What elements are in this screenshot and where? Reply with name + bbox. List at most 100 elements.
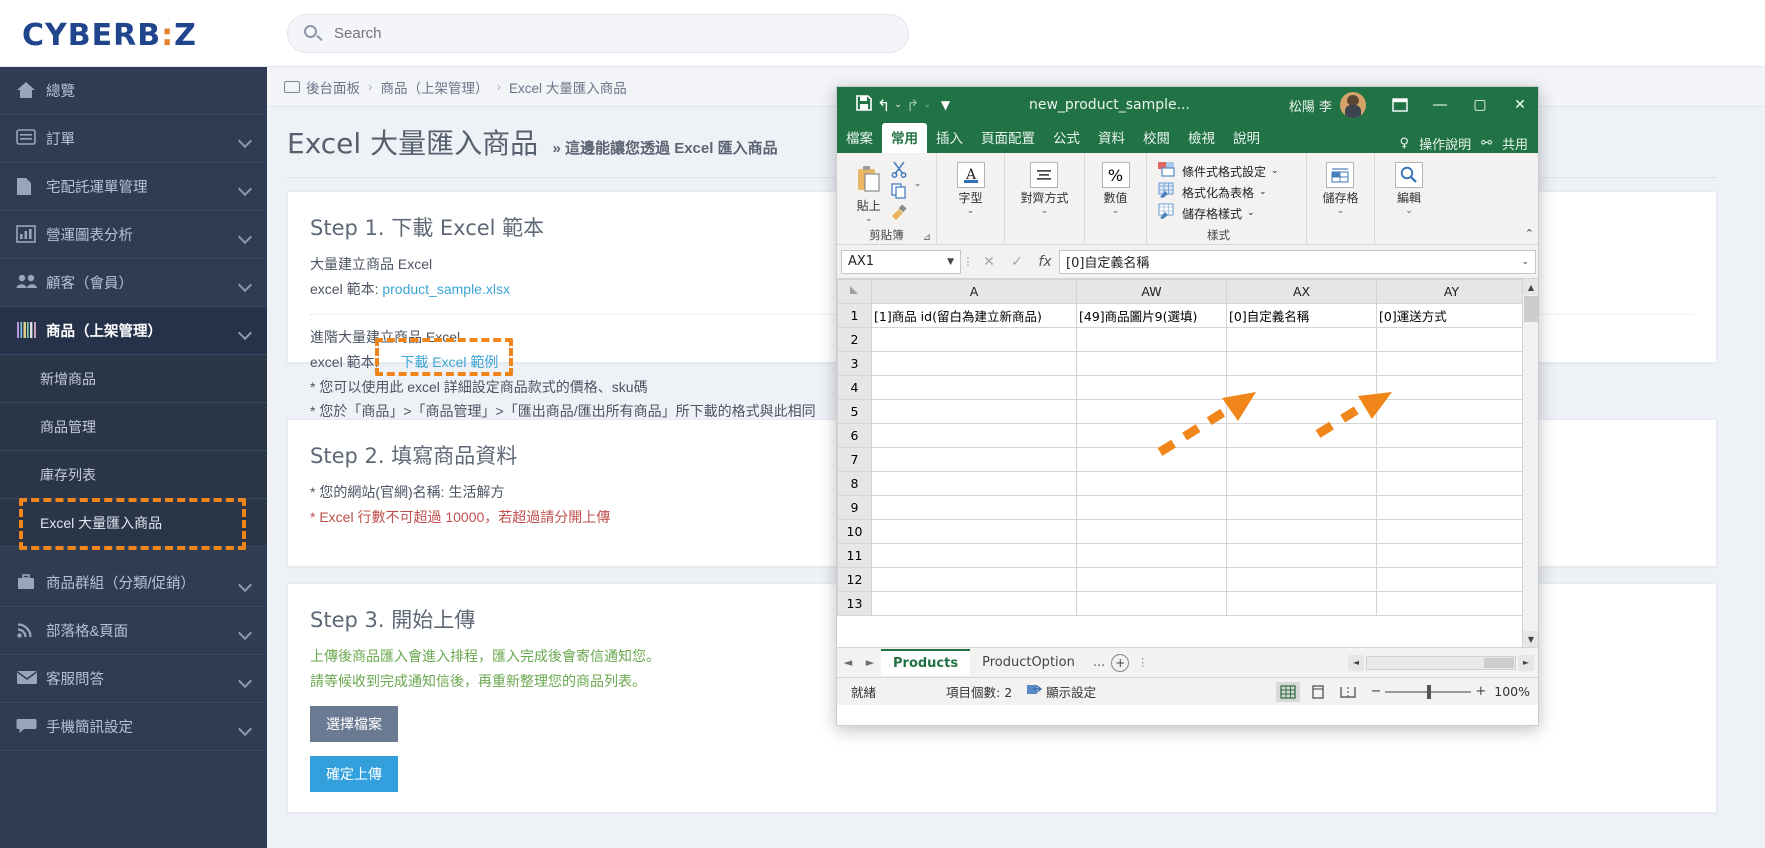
cell-AX3[interactable] <box>1226 351 1377 376</box>
chevron-down-icon[interactable]: ⌄ <box>1041 206 1049 216</box>
cell-AX9[interactable] <box>1226 495 1377 520</box>
vertical-scrollbar[interactable]: ▲ ▼ <box>1522 279 1538 647</box>
row-header-8[interactable]: 8 <box>837 471 872 496</box>
row-header-3[interactable]: 3 <box>837 351 872 376</box>
cell-AY2[interactable] <box>1376 327 1527 352</box>
format-as-table-button[interactable]: 格式化為表格 ⌄ <box>1157 182 1279 202</box>
share-label[interactable]: 共用 <box>1502 134 1528 153</box>
sidebar-item-shipping[interactable]: 宅配託運單管理 <box>0 163 267 211</box>
spreadsheet-grid[interactable]: A AW AX AY 1 [1]商品 id(留白為建立新商品) [49]商品圖片… <box>837 279 1538 647</box>
column-header-AW[interactable]: AW <box>1076 279 1227 304</box>
minimize-icon[interactable]: ― <box>1420 87 1460 123</box>
formula-input[interactable]: [0]自定義名稱 ⌄ <box>1059 249 1536 274</box>
cell-AY3[interactable] <box>1376 351 1527 376</box>
cell-AX11[interactable] <box>1226 543 1377 568</box>
column-header-AY[interactable]: AY <box>1376 279 1527 304</box>
search-input[interactable] <box>334 15 894 52</box>
cell-AW9[interactable] <box>1076 495 1227 520</box>
cell-AY12[interactable] <box>1376 567 1527 592</box>
sheet-tab-products[interactable]: Products <box>881 649 971 676</box>
normal-view-icon[interactable] <box>1276 681 1301 702</box>
format-painter-icon[interactable] <box>890 204 910 224</box>
sidebar-item-customers[interactable]: 顧客（會員） <box>0 259 267 307</box>
sidebar-item-blog-pages[interactable]: 部落格&頁面 <box>0 607 267 655</box>
chevron-down-icon[interactable]: ⌄ <box>865 214 873 224</box>
zoom-track[interactable] <box>1385 684 1472 699</box>
row-header-9[interactable]: 9 <box>837 495 872 520</box>
product-sample-link[interactable]: product_sample.xlsx <box>382 281 510 297</box>
cell-AY4[interactable] <box>1376 375 1527 400</box>
zoom-slider[interactable]: − + <box>1370 684 1486 699</box>
tab-view[interactable]: 檢視 <box>1179 123 1224 153</box>
confirm-upload-button[interactable]: 確定上傳 <box>310 756 398 793</box>
enter-icon[interactable]: ✓ <box>1003 250 1031 274</box>
excel-user-name[interactable]: 松陽 李 <box>1289 96 1332 115</box>
cells-button[interactable]: 儲存格 ⌄ <box>1322 162 1359 216</box>
font-button[interactable]: A 字型 ⌄ <box>956 162 985 216</box>
horizontal-scrollbar[interactable]: ◄ ► <box>1348 654 1538 671</box>
scroll-left-icon[interactable]: ◄ <box>1348 654 1364 671</box>
tab-review[interactable]: 校閱 <box>1134 123 1179 153</box>
cut-icon[interactable] <box>890 160 910 180</box>
cell-AX8[interactable] <box>1226 471 1377 496</box>
cell-styles-button[interactable]: 儲存格樣式 ⌄ <box>1157 203 1279 223</box>
tab-insert[interactable]: 插入 <box>927 123 972 153</box>
cell-AY7[interactable] <box>1376 447 1527 472</box>
hscroll-track[interactable] <box>1366 655 1516 670</box>
ribbon-display-options-icon[interactable] <box>1380 87 1420 123</box>
row-header-6[interactable]: 6 <box>837 423 872 448</box>
tab-home[interactable]: 常用 <box>882 123 927 153</box>
maximize-icon[interactable]: ▢ <box>1460 87 1500 123</box>
cell-AX10[interactable] <box>1226 519 1377 544</box>
alignment-button[interactable]: 對齊方式 ⌄ <box>1020 162 1069 216</box>
scrollbar-thumb[interactable] <box>1524 296 1538 322</box>
number-button[interactable]: % 數值 ⌄ <box>1101 162 1130 216</box>
scroll-down-icon[interactable]: ▼ <box>1523 631 1538 647</box>
choose-file-button[interactable]: 選擇檔案 <box>310 706 398 743</box>
cell-AW6[interactable] <box>1076 423 1227 448</box>
tab-file[interactable]: 檔案 <box>837 123 882 153</box>
cell-A8[interactable] <box>871 471 1077 496</box>
cell-A9[interactable] <box>871 495 1077 520</box>
cell-AW1[interactable]: [49]商品圖片9(選填) <box>1076 303 1227 328</box>
sheet-bar-handle[interactable]: ⋮ <box>1137 656 1148 669</box>
chevron-down-icon[interactable]: ⌄ <box>1521 257 1529 267</box>
row-header-4[interactable]: 4 <box>837 375 872 400</box>
cell-AW8[interactable] <box>1076 471 1227 496</box>
download-excel-example-link[interactable]: 下載 Excel 範例 <box>400 354 498 370</box>
cell-AX12[interactable] <box>1226 567 1377 592</box>
chevron-down-icon[interactable]: ⌄ <box>1405 206 1413 216</box>
column-header-A[interactable]: A <box>871 279 1077 304</box>
cell-AW7[interactable] <box>1076 447 1227 472</box>
editing-button[interactable]: 編輯 ⌄ <box>1395 162 1423 216</box>
chevron-down-icon[interactable]: ⌄ <box>1112 206 1120 216</box>
sidebar-item-product-groups[interactable]: 商品群組（分類/促銷） <box>0 559 267 607</box>
sidebar-item-analytics[interactable]: 營運圖表分析 <box>0 211 267 259</box>
cell-AW5[interactable] <box>1076 399 1227 424</box>
row-header-7[interactable]: 7 <box>837 447 872 472</box>
cell-AX5[interactable] <box>1226 399 1377 424</box>
sheet-tab-productoption[interactable]: ProductOption <box>970 650 1087 675</box>
page-layout-view-icon[interactable] <box>1306 682 1330 702</box>
tab-page-layout[interactable]: 頁面配置 <box>972 123 1044 153</box>
sheet-more-label[interactable]: ... <box>1093 655 1105 670</box>
previous-sheet-icon[interactable]: ◄ <box>837 656 859 669</box>
display-settings-button[interactable]: 顯示設定 <box>1026 682 1096 701</box>
chevron-down-icon[interactable]: ⌄ <box>1259 187 1267 197</box>
cell-AX1[interactable]: [0]自定義名稱 <box>1226 303 1377 328</box>
hscroll-thumb[interactable] <box>1484 657 1514 668</box>
close-icon[interactable]: ✕ <box>1500 87 1538 123</box>
cell-A7[interactable] <box>871 447 1077 472</box>
column-header-AX[interactable]: AX <box>1226 279 1377 304</box>
cell-A11[interactable] <box>871 543 1077 568</box>
row-header-11[interactable]: 11 <box>837 543 872 568</box>
copy-icon[interactable] <box>890 182 910 202</box>
collapse-ribbon-icon[interactable]: ⌃ <box>1525 227 1534 240</box>
zoom-thumb[interactable] <box>1427 684 1432 699</box>
add-sheet-icon[interactable]: + <box>1111 653 1130 672</box>
undo-dropdown-icon[interactable]: ⌄ <box>894 100 902 110</box>
redo-icon[interactable]: ↱ <box>906 96 919 115</box>
select-all-corner[interactable] <box>837 279 872 304</box>
cell-AY5[interactable] <box>1376 399 1527 424</box>
cell-A13[interactable] <box>871 591 1077 616</box>
